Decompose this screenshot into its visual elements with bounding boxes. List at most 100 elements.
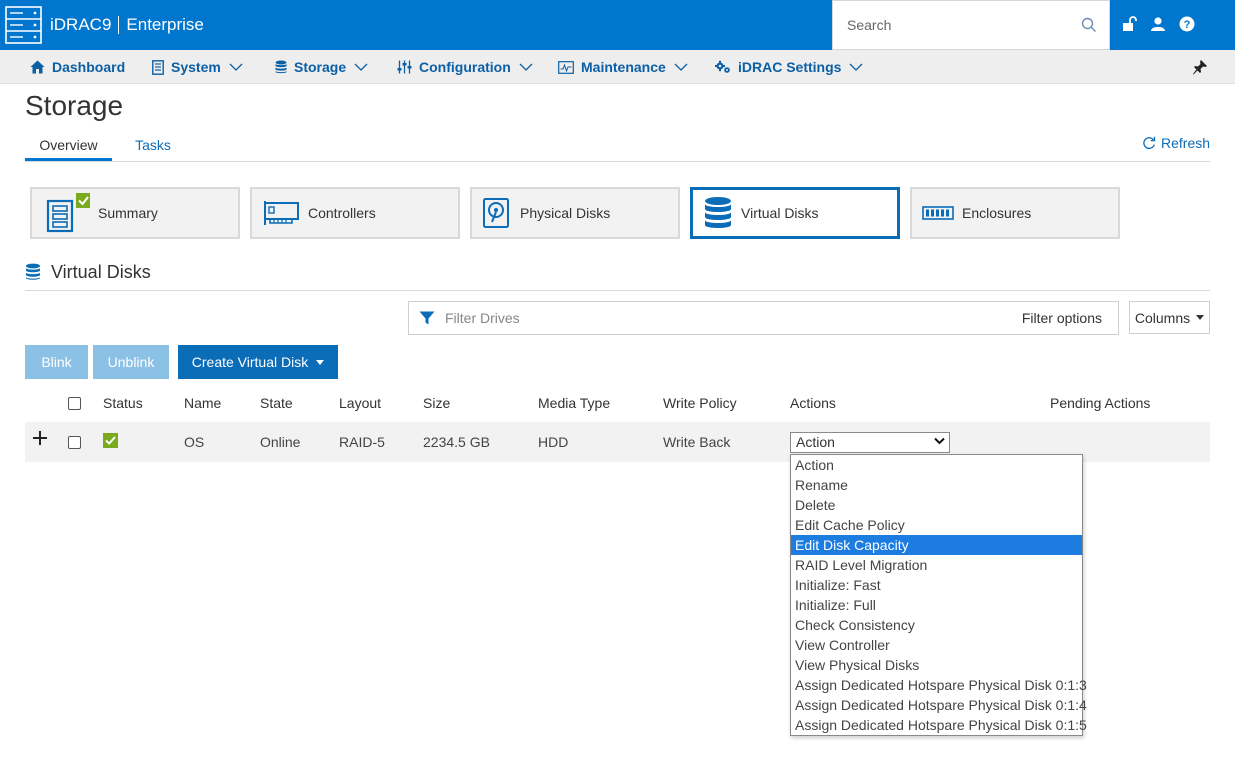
caret-down-icon [316,359,325,365]
action-option[interactable]: RAID Level Migration [791,555,1082,575]
card-label: Virtual Disks [741,205,819,221]
app-name: iDRAC9 [50,15,112,34]
tab-tasks[interactable]: Tasks [130,131,176,161]
unblink-button[interactable]: Unblink [93,345,169,379]
action-option[interactable]: Initialize: Full [791,595,1082,615]
card-label: Physical Disks [520,205,611,221]
nav-dashboard[interactable]: Dashboard [30,50,125,84]
action-dropdown-menu: Action Rename Delete Edit Cache Policy E… [790,454,1087,736]
search-icon[interactable] [1081,17,1097,33]
action-option[interactable]: Assign Dedicated Hotspare Physical Disk … [791,695,1087,715]
nav-label: Storage [294,59,347,75]
chevron-down-icon [519,63,533,71]
filter-bar: Filter options [408,301,1119,335]
column-header-media-type[interactable]: Media Type [538,395,610,411]
expand-row-icon[interactable] [32,430,48,446]
column-header-layout[interactable]: Layout [339,395,381,411]
action-option[interactable]: Check Consistency [791,615,1082,635]
monitor-chart-icon [558,60,574,74]
caret-down-icon [1196,315,1205,320]
card-label: Enclosures [962,205,1032,221]
nav-configuration[interactable]: Configuration [397,50,533,84]
action-option[interactable]: Assign Dedicated Hotspare Physical Disk … [791,675,1087,695]
brand-separator [118,16,120,34]
action-option[interactable]: View Physical Disks [791,655,1082,675]
card-enclosures[interactable]: Enclosures [910,187,1120,239]
nav-label: Maintenance [581,59,666,75]
cell-name: OS [184,434,205,450]
column-header-pending-actions: Pending Actions [1050,395,1151,411]
card-label: Summary [98,205,158,221]
action-option-highlighted[interactable]: Edit Disk Capacity [791,535,1082,555]
virtual-disk-icon [703,196,733,230]
chevron-down-icon [354,63,368,71]
row-checkbox[interactable] [68,436,81,449]
svg-text:?: ? [1184,19,1191,31]
cell-layout: RAID-5 [339,434,385,450]
cell-media-type: HDD [538,434,569,450]
action-option[interactable]: Action [791,455,1082,475]
chevron-down-icon [849,63,863,71]
card-label: Controllers [308,205,376,221]
database-icon [275,60,287,74]
action-option[interactable]: Rename [791,475,1082,495]
brand: iDRAC9 Enterprise [50,15,204,35]
action-option[interactable]: Delete [791,495,1082,515]
filter-icon [419,311,435,325]
gears-icon [715,60,730,73]
top-icons: ? [1122,15,1196,33]
filter-options-button[interactable]: Filter options [1022,310,1102,326]
columns-button[interactable]: Columns [1129,301,1210,334]
status-ok-icon [103,433,118,448]
user-icon[interactable] [1150,16,1166,32]
tab-overview[interactable]: Overview [25,131,112,161]
nav-maintenance[interactable]: Maintenance [558,50,688,84]
top-bar: iDRAC9 Enterprise ? [0,0,1235,50]
section-title: Virtual Disks [51,262,151,282]
column-header-size[interactable]: Size [423,395,450,411]
nav-idrac-settings[interactable]: iDRAC Settings [715,50,863,84]
create-virtual-disk-button[interactable]: Create Virtual Disk [178,345,338,379]
chevron-down-icon [229,63,243,71]
chevron-down-icon [934,437,945,445]
database-icon [26,263,40,280]
enclosure-icon [922,205,954,221]
nav-system[interactable]: System [152,50,243,84]
action-select[interactable]: Action [790,432,950,453]
column-header-status[interactable]: Status [103,395,143,411]
column-header-name[interactable]: Name [184,395,221,411]
unlock-icon[interactable] [1122,16,1138,32]
pin-icon[interactable] [1192,59,1208,75]
nav-label: System [171,59,221,75]
card-virtual-disks[interactable]: Virtual Disks [690,187,900,239]
card-physical-disks[interactable]: Physical Disks [470,187,680,239]
action-option[interactable]: Edit Cache Policy [791,515,1082,535]
select-all-checkbox[interactable] [68,397,81,410]
edition-label: Enterprise [126,15,204,34]
section-header: Virtual Disks [25,262,1210,291]
blink-button[interactable]: Blink [25,345,88,379]
action-option[interactable]: View Controller [791,635,1082,655]
chevron-down-icon [674,63,688,71]
column-header-state[interactable]: State [260,395,293,411]
nav-storage[interactable]: Storage [275,50,368,84]
card-controllers[interactable]: Controllers [250,187,460,239]
idrac-logo-icon [5,6,42,44]
action-option[interactable]: Initialize: Fast [791,575,1082,595]
help-icon[interactable]: ? [1178,15,1196,33]
card-summary[interactable]: Summary [30,187,240,239]
filter-drives-input[interactable] [445,303,1022,333]
refresh-button[interactable]: Refresh [1142,135,1210,151]
page-title: Storage [25,90,124,121]
action-option[interactable]: Assign Dedicated Hotspare Physical Disk … [791,715,1087,735]
nav-label: Dashboard [52,59,126,75]
cell-write-policy: Write Back [663,434,731,450]
column-header-write-policy[interactable]: Write Policy [663,395,737,411]
summary-icon [42,193,90,233]
search-input[interactable] [833,1,1063,49]
columns-label: Columns [1134,309,1191,326]
refresh-label: Refresh [1161,135,1211,151]
cell-state: Online [260,434,301,450]
sliders-icon [397,60,412,74]
nav-label: iDRAC Settings [738,59,842,75]
